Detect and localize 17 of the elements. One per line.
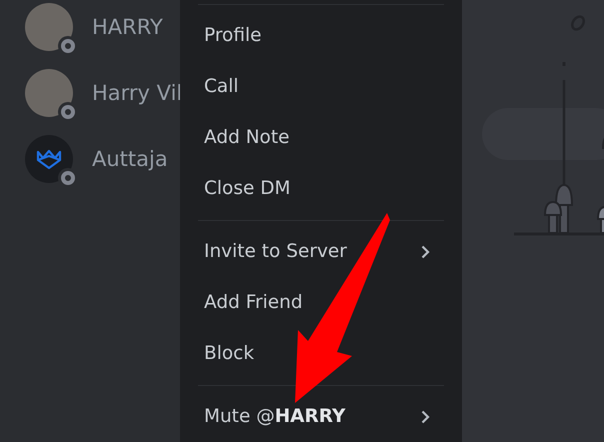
menu-item[interactable]: Profile xyxy=(198,10,444,61)
avatar-photo-placeholder[interactable] xyxy=(25,3,73,51)
avatar-photo-placeholder[interactable] xyxy=(25,69,73,117)
friend-name[interactable]: Harry Vil xyxy=(92,81,180,105)
menu-item[interactable]: Invite to Server xyxy=(198,226,444,277)
crown-logo-icon xyxy=(36,148,62,170)
menu-item[interactable]: Call xyxy=(198,61,444,112)
chevron-right-icon xyxy=(421,410,430,424)
menu-item[interactable]: Block xyxy=(198,328,444,379)
menu-item[interactable]: Add Note xyxy=(198,112,444,163)
friend-name[interactable]: Auttaja xyxy=(92,147,168,171)
avatar[interactable] xyxy=(25,135,73,183)
menu-item[interactable]: Add Friend xyxy=(198,277,444,328)
chevron-right-icon xyxy=(421,244,430,258)
menu-item[interactable]: Mute @HARRY xyxy=(198,391,444,442)
menu-item[interactable]: Close DM xyxy=(198,163,444,214)
friend-name[interactable]: HARRY xyxy=(92,15,163,39)
